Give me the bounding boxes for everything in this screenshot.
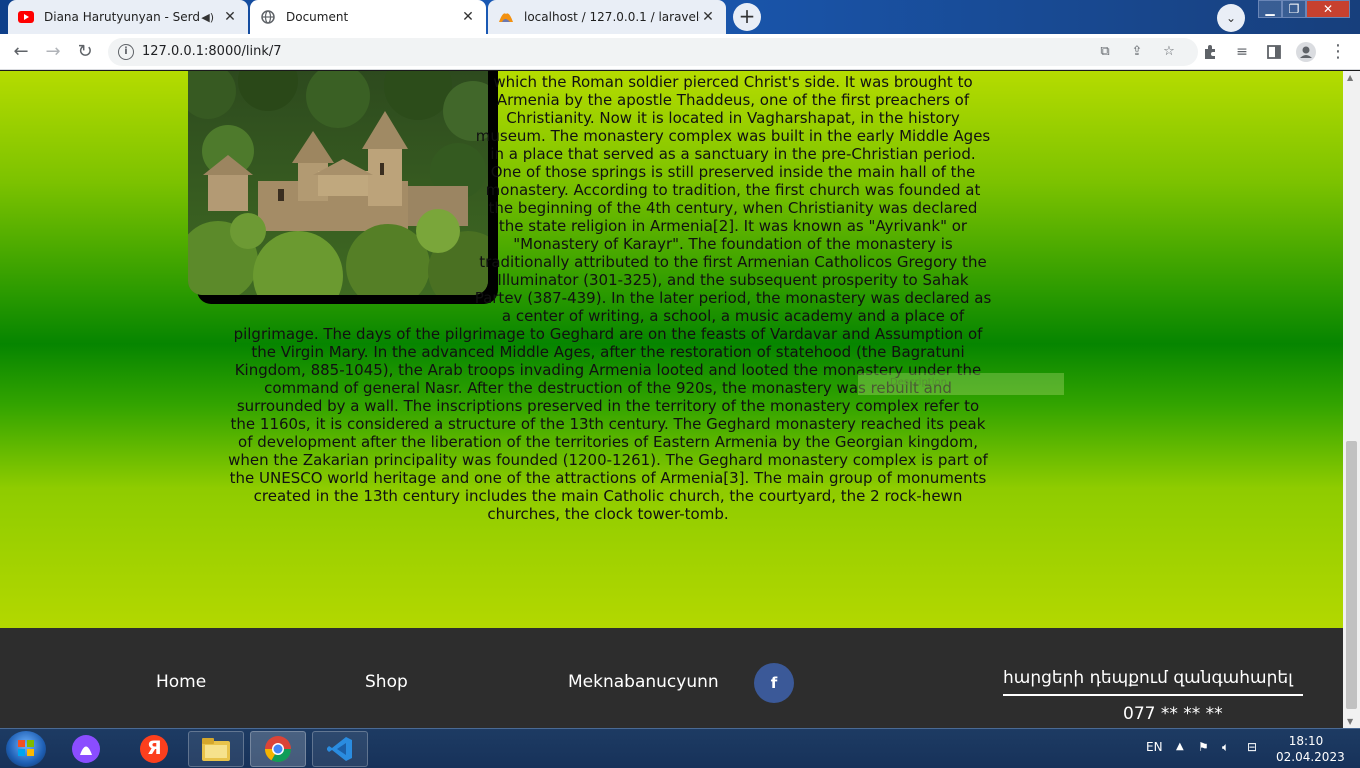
footer-link-shop[interactable]: Shop: [365, 672, 408, 692]
system-clock[interactable]: 18:10 02.04.2023: [1276, 733, 1345, 765]
minimize-button[interactable]: ▁: [1258, 0, 1282, 18]
forward-button[interactable]: →: [41, 40, 65, 64]
url-text[interactable]: 127.0.0.1:8000/link/7: [142, 44, 282, 59]
yandex-label: Я: [147, 737, 162, 759]
footer-link-home[interactable]: Home: [156, 672, 206, 692]
contact-label: հարցերի դեպքում զանգահարել: [1003, 668, 1303, 696]
explorer-icon[interactable]: [188, 731, 244, 767]
window-controls: ▁ ❐ ✕: [1258, 0, 1350, 18]
translate-icon[interactable]: ⧉: [1096, 43, 1114, 61]
browser-toolbar: ← → ↻ i 127.0.0.1:8000/link/7 ⧉ ⇪ ☆ ≡ ⋮: [0, 34, 1360, 70]
chevron-down-icon: ⌄: [1225, 11, 1237, 25]
network-icon[interactable]: ⊟: [1247, 740, 1257, 768]
photo-float-spacer: [192, 73, 474, 317]
profile-avatar-icon[interactable]: [1294, 40, 1318, 64]
alice-icon[interactable]: [58, 731, 114, 767]
chrome-icon[interactable]: [250, 731, 306, 767]
faint-overlay-text: Description: [890, 377, 947, 388]
footer: Home Shop Meknabanucyunn f հարցերի դեպքո…: [0, 628, 1343, 728]
scroll-up-icon[interactable]: ▲: [1347, 73, 1353, 82]
tab-youtube[interactable]: Diana Harutyunyan - Serd Sa ◀) ✕: [8, 0, 248, 34]
vscode-icon[interactable]: [312, 731, 368, 767]
new-tab-button[interactable]: +: [733, 3, 761, 31]
windows-taskbar: Я EN ▲ ⚑ 🔈︎ ⊟ 18:10 02.04.2023: [0, 728, 1360, 768]
page-scrollbar[interactable]: ▲ ▼: [1343, 71, 1360, 728]
address-bar[interactable]: i 127.0.0.1:8000/link/7 ⧉ ⇪ ☆: [108, 38, 1198, 66]
bookmark-star-icon[interactable]: ☆: [1160, 43, 1178, 61]
phone-number: 077 ** ** **: [1123, 704, 1223, 724]
facebook-icon[interactable]: f: [754, 663, 794, 703]
side-panel-icon[interactable]: [1262, 40, 1286, 64]
tray-expand-icon[interactable]: ▲: [1176, 741, 1184, 768]
tab-phpmyadmin[interactable]: localhost / 127.0.0.1 / laravel-9 / ✕: [488, 0, 726, 34]
language-indicator[interactable]: EN: [1146, 740, 1163, 768]
close-icon[interactable]: ✕: [700, 9, 716, 25]
footer-link-meknabanucyunn[interactable]: Meknabanucyunn: [568, 672, 719, 692]
clock-time: 18:10: [1288, 734, 1324, 748]
reload-button[interactable]: ↻: [73, 40, 97, 64]
volume-icon[interactable]: 🔈︎: [1222, 740, 1229, 768]
window-close-button[interactable]: ✕: [1306, 0, 1350, 18]
restore-button[interactable]: ❐: [1282, 0, 1306, 18]
article-section: which the Roman soldier pierced Christ's…: [0, 71, 1343, 628]
clock-date: 02.04.2023: [1276, 750, 1345, 764]
tab-strip: Diana Harutyunyan - Serd Sa ◀) ✕ Documen…: [0, 0, 1360, 34]
close-icon[interactable]: ✕: [460, 9, 476, 25]
scrollbar-thumb[interactable]: [1346, 441, 1357, 709]
page-viewport: which the Roman soldier pierced Christ's…: [0, 71, 1343, 728]
action-center-flag-icon[interactable]: ⚑: [1198, 740, 1209, 768]
extensions-icon[interactable]: [1198, 40, 1222, 64]
tab-title: Document: [286, 10, 349, 24]
reading-list-icon[interactable]: ≡: [1230, 40, 1254, 64]
tab-document[interactable]: Document ✕: [250, 0, 486, 34]
globe-icon: [260, 9, 276, 25]
article-text: which the Roman soldier pierced Christ's…: [224, 73, 992, 523]
tab-title: localhost / 127.0.0.1 / laravel-9 /: [524, 10, 700, 24]
back-button[interactable]: ←: [9, 40, 33, 64]
speaker-icon[interactable]: ◀): [201, 11, 214, 24]
start-button[interactable]: [6, 731, 46, 767]
facebook-label: f: [770, 674, 778, 692]
youtube-icon: [18, 9, 34, 25]
close-icon[interactable]: ✕: [222, 9, 238, 25]
tab-search-button[interactable]: ⌄: [1217, 4, 1245, 32]
share-icon[interactable]: ⇪: [1128, 43, 1146, 61]
tab-title: Diana Harutyunyan - Serd Sa: [44, 10, 201, 24]
info-icon[interactable]: i: [118, 44, 134, 60]
scroll-down-icon[interactable]: ▼: [1347, 717, 1353, 726]
phpmyadmin-icon: [498, 9, 514, 25]
menu-kebab-icon[interactable]: ⋮: [1326, 40, 1350, 64]
yandex-icon[interactable]: Я: [126, 731, 182, 767]
faint-overlay: Description: [858, 373, 1064, 395]
